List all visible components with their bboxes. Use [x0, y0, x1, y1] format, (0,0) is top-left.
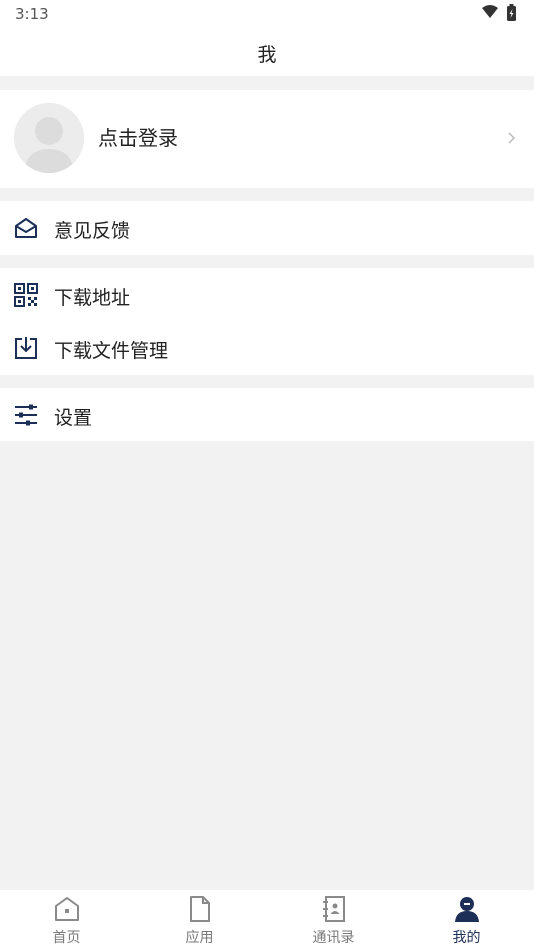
tab-apps[interactable]: 应用 [133, 890, 266, 950]
settings-section: 设置 [0, 388, 534, 441]
login-label: 点击登录 [98, 126, 178, 150]
login-row[interactable]: 点击登录 [0, 90, 534, 188]
feedback-section: 意见反馈 [0, 201, 534, 255]
home-icon [55, 897, 79, 921]
status-bar: 3:13 [0, 0, 534, 28]
user-icon [455, 897, 479, 922]
wifi-icon [482, 5, 498, 18]
download-tray-icon [15, 337, 37, 359]
status-time: 3:13 [15, 5, 49, 23]
status-icons [482, 4, 516, 21]
menu-item-label: 下载文件管理 [54, 340, 169, 362]
top-bar: 我 [0, 28, 534, 76]
tab-home[interactable]: 首页 [0, 890, 133, 950]
menu-item-label: 下载地址 [54, 287, 131, 309]
contacts-book-icon [323, 896, 345, 922]
battery-charging-icon [507, 4, 516, 21]
menu-item-settings[interactable]: 设置 [0, 388, 534, 442]
qr-code-icon [14, 283, 38, 307]
avatar [14, 103, 84, 173]
menu-item-download-address[interactable]: 下载地址 [0, 268, 534, 322]
tab-label: 应用 [185, 930, 214, 946]
menu-item-label: 意见反馈 [54, 220, 131, 242]
mail-open-icon [15, 218, 37, 238]
tab-label: 首页 [52, 930, 81, 946]
avatar-placeholder-icon [14, 103, 84, 173]
tab-contacts[interactable]: 通讯录 [267, 890, 400, 950]
menu-item-download-files[interactable]: 下载文件管理 [0, 321, 534, 375]
menu-item-feedback[interactable]: 意见反馈 [0, 201, 534, 255]
page-title: 我 [257, 44, 277, 66]
tab-label: 通讯录 [312, 930, 355, 946]
downloads-section: 下载地址 下载文件管理 [0, 268, 534, 375]
chevron-right-icon [508, 132, 516, 144]
sliders-icon [15, 404, 37, 426]
bottom-tab-bar: 首页 应用 通讯录 我的 [0, 890, 534, 950]
menu-item-label: 设置 [54, 407, 93, 429]
tab-label: 我的 [452, 930, 481, 946]
tab-me[interactable]: 我的 [400, 890, 533, 950]
document-icon [190, 896, 210, 922]
